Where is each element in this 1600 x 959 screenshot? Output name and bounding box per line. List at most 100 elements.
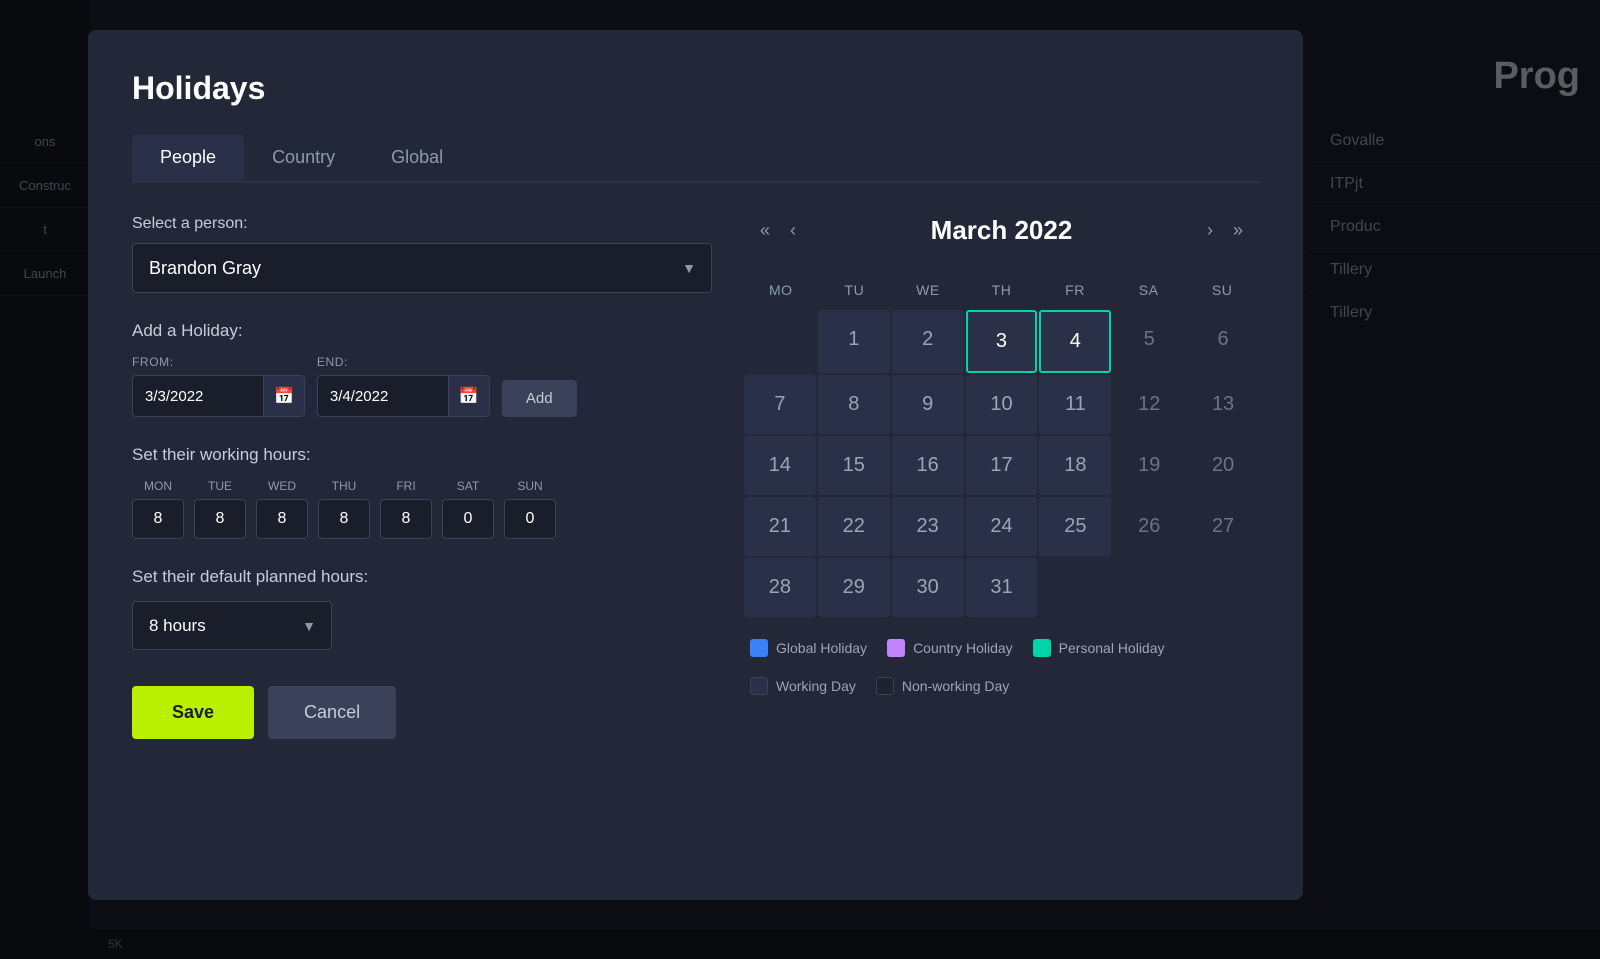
- cal-day-6[interactable]: 6: [1187, 310, 1259, 373]
- from-group: FROM: 📅: [132, 355, 305, 417]
- cal-header-th: TH: [965, 274, 1039, 306]
- day-input-tue[interactable]: [194, 499, 246, 539]
- cal-day-25[interactable]: 25: [1039, 497, 1111, 556]
- end-input-wrapper: 📅: [317, 375, 490, 417]
- day-input-sat[interactable]: [442, 499, 494, 539]
- day-input-mon[interactable]: [132, 499, 184, 539]
- cal-day-7[interactable]: 7: [744, 375, 816, 434]
- cal-day-28[interactable]: 28: [744, 558, 816, 617]
- cal-day-27[interactable]: 27: [1187, 497, 1259, 556]
- day-label-wed: WED: [268, 479, 296, 493]
- day-input-fri[interactable]: [380, 499, 432, 539]
- planned-hours-label: Set their default planned hours:: [132, 567, 712, 587]
- day-col-sat: SAT: [442, 479, 494, 539]
- add-holiday-button[interactable]: Add: [502, 380, 577, 417]
- cal-day-14[interactable]: 14: [744, 436, 816, 495]
- day-col-mon: MON: [132, 479, 184, 539]
- day-input-wed[interactable]: [256, 499, 308, 539]
- holidays-modal: Holidays People Country Global Select a …: [88, 30, 1303, 900]
- cal-day-29[interactable]: 29: [818, 558, 890, 617]
- end-group: END: 📅: [317, 355, 490, 417]
- cal-header-sa: SA: [1112, 274, 1186, 306]
- legend-personal: Personal Holiday: [1033, 639, 1165, 657]
- cal-header-we: WE: [891, 274, 965, 306]
- day-col-thu: THU: [318, 479, 370, 539]
- calendar-panel: « ‹ March 2022 › » MO TU WE TH FR SA: [744, 215, 1259, 739]
- from-date-input[interactable]: [133, 378, 263, 415]
- cal-day-3[interactable]: 3: [966, 310, 1038, 373]
- day-input-thu[interactable]: [318, 499, 370, 539]
- cal-day-15[interactable]: 15: [818, 436, 890, 495]
- end-calendar-button[interactable]: 📅: [448, 376, 489, 416]
- cancel-button[interactable]: Cancel: [268, 686, 396, 739]
- cal-day-10[interactable]: 10: [966, 375, 1038, 434]
- action-buttons: Save Cancel: [132, 686, 712, 739]
- day-label-fri: FRI: [396, 479, 415, 493]
- tab-global[interactable]: Global: [363, 135, 471, 183]
- prev-month-button[interactable]: ‹: [784, 216, 802, 245]
- from-calendar-button[interactable]: 📅: [263, 376, 304, 416]
- cal-day-8[interactable]: 8: [818, 375, 890, 434]
- working-hours-label: Set their working hours:: [132, 445, 712, 465]
- legend-color-personal: [1033, 639, 1051, 657]
- planned-hours-select[interactable]: 8 hours 6 hours 4 hours: [132, 601, 332, 650]
- day-col-sun: SUN: [504, 479, 556, 539]
- tab-bar: People Country Global: [132, 135, 1259, 183]
- next-year-button[interactable]: »: [1227, 216, 1249, 245]
- calendar-nav-right: › »: [1201, 216, 1249, 245]
- cal-day-13[interactable]: 13: [1187, 375, 1259, 434]
- day-input-sun[interactable]: [504, 499, 556, 539]
- day-label-tue: TUE: [208, 479, 232, 493]
- legend-country: Country Holiday: [887, 639, 1013, 657]
- cal-day-4[interactable]: 4: [1039, 310, 1111, 373]
- cal-day-23[interactable]: 23: [892, 497, 964, 556]
- cal-day-18[interactable]: 18: [1039, 436, 1111, 495]
- cal-day-5[interactable]: 5: [1113, 310, 1185, 373]
- cal-day-26[interactable]: 26: [1113, 497, 1185, 556]
- from-label: FROM:: [132, 355, 305, 369]
- cal-day-24[interactable]: 24: [966, 497, 1038, 556]
- day-label-thu: THU: [332, 479, 357, 493]
- hours-grid: MON TUE WED THU FRI: [132, 479, 712, 539]
- cal-day-9[interactable]: 9: [892, 375, 964, 434]
- tab-people[interactable]: People: [132, 135, 244, 183]
- person-select[interactable]: Brandon Gray: [132, 243, 712, 293]
- cal-day-31[interactable]: 31: [966, 558, 1038, 617]
- prev-year-button[interactable]: «: [754, 216, 776, 245]
- cal-day-empty-2: [1039, 558, 1111, 617]
- person-select-wrapper: Brandon Gray ▼: [132, 243, 712, 293]
- cal-day-16[interactable]: 16: [892, 436, 964, 495]
- content-area: Select a person: Brandon Gray ▼ Add a Ho…: [132, 215, 1259, 739]
- legend-color-working: [750, 677, 768, 695]
- cal-day-20[interactable]: 20: [1187, 436, 1259, 495]
- cal-day-22[interactable]: 22: [818, 497, 890, 556]
- day-label-sun: SUN: [517, 479, 542, 493]
- cal-day-12[interactable]: 12: [1113, 375, 1185, 434]
- calendar-title: March 2022: [802, 215, 1201, 246]
- calendar-header-row: MO TU WE TH FR SA SU: [744, 274, 1259, 306]
- cal-day-11[interactable]: 11: [1039, 375, 1111, 434]
- cal-day-21[interactable]: 21: [744, 497, 816, 556]
- cal-day-empty-4: [1187, 558, 1259, 617]
- save-button[interactable]: Save: [132, 686, 254, 739]
- day-label-sat: SAT: [457, 479, 479, 493]
- cal-header-fr: FR: [1038, 274, 1112, 306]
- day-label-mon: MON: [144, 479, 172, 493]
- cal-day-empty-3: [1113, 558, 1185, 617]
- day-col-fri: FRI: [380, 479, 432, 539]
- legend-non-working: Non-working Day: [876, 677, 1009, 695]
- legend-label-global: Global Holiday: [776, 640, 867, 656]
- cal-day-1[interactable]: 1: [818, 310, 890, 373]
- cal-week-2: 7 8 9 10 11 12 13: [744, 375, 1259, 434]
- cal-day-17[interactable]: 17: [966, 436, 1038, 495]
- cal-day-30[interactable]: 30: [892, 558, 964, 617]
- cal-week-4: 21 22 23 24 25 26 27: [744, 497, 1259, 556]
- tab-country[interactable]: Country: [244, 135, 363, 183]
- cal-day-19[interactable]: 19: [1113, 436, 1185, 495]
- cal-day-2[interactable]: 2: [892, 310, 964, 373]
- date-row: FROM: 📅 END: 📅 Add: [132, 355, 712, 417]
- left-panel: Select a person: Brandon Gray ▼ Add a Ho…: [132, 215, 712, 739]
- next-month-button[interactable]: ›: [1201, 216, 1219, 245]
- calendar-legend: Global Holiday Country Holiday Personal …: [744, 639, 1259, 695]
- end-date-input[interactable]: [318, 378, 448, 415]
